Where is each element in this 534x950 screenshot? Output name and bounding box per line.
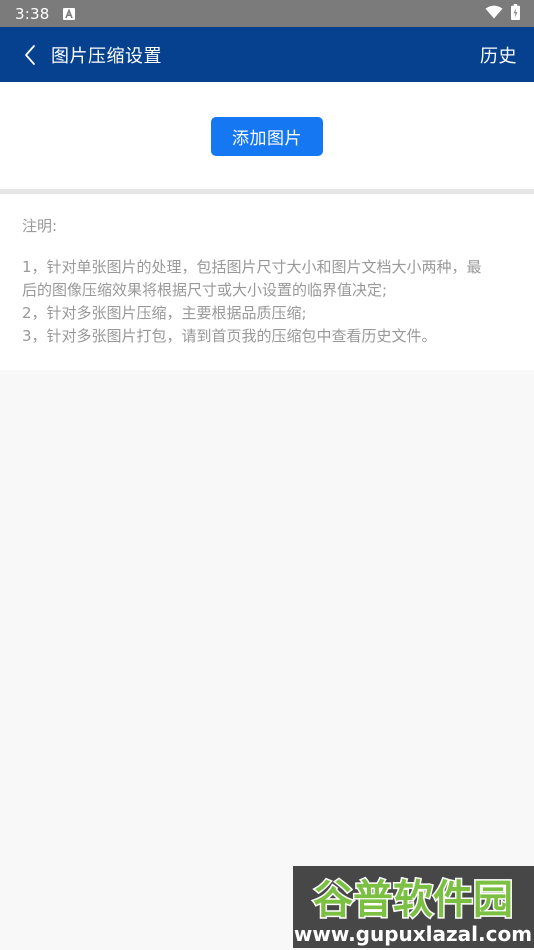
status-right: [485, 3, 520, 24]
status-bar: 3:38: [0, 0, 534, 27]
screen: 3:38 图片压缩设置 历史 添加图片 注明: 1，针对单张图片的处理，包括图片…: [0, 0, 534, 950]
add-image-section: 添加图片: [0, 82, 534, 189]
note-line-4: 3，针对多张图片打包，请到首页我的压缩包中查看历史文件。: [22, 327, 437, 345]
note-line-2: 后的图像压缩效果将根据尺寸或大小设置的临界值决定;: [22, 281, 388, 299]
back-button[interactable]: [12, 27, 48, 82]
notes-section: 注明: 1，针对单张图片的处理，包括图片尺寸大小和图片文档大小两种，最 后的图像…: [0, 194, 534, 370]
app-bar: 图片压缩设置 历史: [0, 27, 534, 82]
watermark-logo-graphic: 谷普软件园 www.gupuxlazal.com: [294, 876, 532, 947]
a-notification-icon: [63, 7, 76, 20]
watermark-logo: 谷普软件园 www.gupuxlazal.com: [293, 866, 534, 948]
add-image-button[interactable]: 添加图片: [211, 117, 323, 156]
status-left: 3:38: [15, 4, 76, 23]
history-button[interactable]: 历史: [480, 42, 517, 68]
watermark-title: 谷普软件园: [313, 877, 513, 923]
note-line-3: 2，针对多张图片压缩，主要根据品质压缩;: [22, 304, 307, 322]
status-time: 3:38: [15, 4, 50, 23]
note-line-1: 1，针对单张图片的处理，包括图片尺寸大小和图片文档大小两种，最: [22, 258, 482, 276]
chevron-left-icon: [25, 44, 35, 65]
notes-list: 1，针对单张图片的处理，包括图片尺寸大小和图片文档大小两种，最 后的图像压缩效果…: [22, 256, 512, 348]
notes-title: 注明:: [22, 217, 58, 235]
battery-charging-icon: [511, 3, 520, 24]
page-title: 图片压缩设置: [51, 45, 162, 67]
wifi-icon: [485, 4, 503, 23]
watermark-url: www.gupuxlazal.com: [294, 922, 532, 946]
